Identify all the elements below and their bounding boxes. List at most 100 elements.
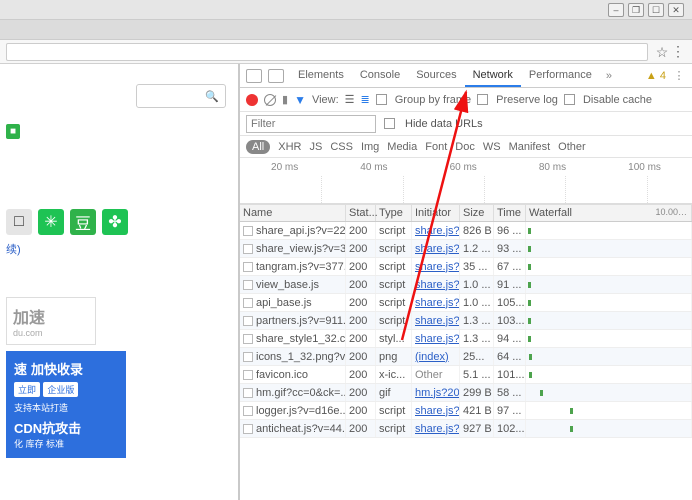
disable-cache-checkbox[interactable] xyxy=(564,94,575,105)
request-initiator[interactable]: Other xyxy=(412,366,460,383)
chrome-menu-icon[interactable]: ⋮ xyxy=(670,43,686,60)
tab-console[interactable]: Console xyxy=(352,65,408,87)
file-icon xyxy=(243,316,253,326)
table-row[interactable]: anticheat.js?v=44...200scriptshare.js?..… xyxy=(240,420,692,438)
request-initiator[interactable]: share.js?... xyxy=(412,222,460,239)
request-type: script xyxy=(376,294,412,311)
table-header[interactable]: Name Stat... Type Initiator Size Time Wa… xyxy=(240,204,692,222)
table-row[interactable]: icons_1_32.png?v...200png(index)25...64 … xyxy=(240,348,692,366)
group-by-frame-checkbox[interactable] xyxy=(376,94,387,105)
address-bar[interactable] xyxy=(6,43,648,61)
request-initiator[interactable]: share.js?... xyxy=(412,294,460,311)
table-row[interactable]: share_api.js?v=22...200scriptshare.js?..… xyxy=(240,222,692,240)
table-row[interactable]: share_view.js?v=3...200scriptshare.js?..… xyxy=(240,240,692,258)
col-initiator[interactable]: Initiator xyxy=(412,205,460,221)
type-filter-media[interactable]: Media xyxy=(387,141,417,153)
type-filter-css[interactable]: CSS xyxy=(330,141,353,153)
network-table: Name Stat... Type Initiator Size Time Wa… xyxy=(240,204,692,500)
request-initiator[interactable]: share.js?... xyxy=(412,312,460,329)
timeline-tick: 20 ms xyxy=(271,162,298,173)
minimize-button[interactable]: – xyxy=(608,3,624,17)
table-row[interactable]: share_style1_32.css200styl...share.js?..… xyxy=(240,330,692,348)
request-type: script xyxy=(376,312,412,329)
type-filter-doc[interactable]: Doc xyxy=(455,141,475,153)
cdn-ad[interactable]: 速 加快收录 立即 企业版 支持本站打造 CDN抗攻击 化 库存 标准 xyxy=(6,351,126,458)
request-time: 91 ... xyxy=(494,276,526,293)
share-square-icon[interactable]: □ xyxy=(6,209,32,235)
type-filter-js[interactable]: JS xyxy=(309,141,322,153)
page-search-input[interactable]: 🔍 xyxy=(136,84,226,108)
bookmark-star-icon[interactable]: ☆ xyxy=(654,44,670,60)
request-status: 200 xyxy=(346,330,376,347)
table-row[interactable]: favicon.ico200x-ic...Other5.1 ...101... xyxy=(240,366,692,384)
request-time: 103... xyxy=(494,312,526,329)
timeline-overview[interactable]: 20 ms40 ms60 ms80 ms100 ms xyxy=(240,158,692,204)
tab-sources[interactable]: Sources xyxy=(408,65,464,87)
filter-toggle-icon[interactable]: ▼ xyxy=(294,93,306,107)
request-initiator[interactable]: share.js?... xyxy=(412,258,460,275)
request-initiator[interactable]: share.js?... xyxy=(412,420,460,437)
tab-performance[interactable]: Performance xyxy=(521,65,600,87)
col-waterfall[interactable]: Waterfall 10.00… xyxy=(526,205,692,221)
table-row[interactable]: view_base.js200scriptshare.js?...1.0 ...… xyxy=(240,276,692,294)
timeline-tick: 100 ms xyxy=(628,162,661,173)
request-initiator[interactable]: (index) xyxy=(412,348,460,365)
waterfall-zoom: 10.00… xyxy=(655,207,687,217)
type-filter-other[interactable]: Other xyxy=(558,141,586,153)
restore-button[interactable]: ❐ xyxy=(628,3,644,17)
request-initiator[interactable]: share.js?... xyxy=(412,402,460,419)
wechat-icon[interactable]: ✳ xyxy=(38,209,64,235)
type-filter-font[interactable]: Font xyxy=(425,141,447,153)
request-name: view_base.js xyxy=(256,279,319,291)
request-initiator[interactable]: share.js?... xyxy=(412,330,460,347)
hide-data-urls-checkbox[interactable] xyxy=(384,118,395,129)
request-status: 200 xyxy=(346,312,376,329)
maximize-button[interactable]: ☐ xyxy=(648,3,664,17)
type-filter-manifest[interactable]: Manifest xyxy=(509,141,551,153)
type-filter-ws[interactable]: WS xyxy=(483,141,501,153)
file-icon xyxy=(243,352,253,362)
share-icon-row: □ ✳ 豆 ✤ xyxy=(6,209,232,235)
request-time: 105... xyxy=(494,294,526,311)
type-filter-all[interactable]: All xyxy=(246,140,270,154)
close-window-button[interactable]: ✕ xyxy=(668,3,684,17)
request-initiator[interactable]: share.js?... xyxy=(412,240,460,257)
col-time[interactable]: Time xyxy=(494,205,526,221)
file-icon xyxy=(243,280,253,290)
table-row[interactable]: logger.js?v=d16e...200scriptshare.js?...… xyxy=(240,402,692,420)
waterfall-cell xyxy=(526,384,692,401)
browser-tabstrip[interactable] xyxy=(0,20,692,40)
table-row[interactable]: hm.gif?cc=0&ck=...200gifhm.js?20...299 B… xyxy=(240,384,692,402)
tab-elements[interactable]: Elements xyxy=(290,65,352,87)
device-toolbar-icon[interactable] xyxy=(268,69,284,83)
filter-input[interactable] xyxy=(246,115,376,133)
col-size[interactable]: Size xyxy=(460,205,494,221)
request-initiator[interactable]: hm.js?20... xyxy=(412,384,460,401)
table-row[interactable]: api_base.js200scriptshare.js?...1.0 ...1… xyxy=(240,294,692,312)
douban-icon[interactable]: 豆 xyxy=(70,209,96,235)
request-initiator[interactable]: share.js?... xyxy=(412,276,460,293)
col-status[interactable]: Stat... xyxy=(346,205,376,221)
clear-button[interactable] xyxy=(264,94,276,106)
request-status: 200 xyxy=(346,384,376,401)
element-picker-icon[interactable] xyxy=(246,69,262,83)
record-button[interactable] xyxy=(246,94,258,106)
view-large-icon[interactable]: ≣ xyxy=(361,93,370,106)
preserve-log-checkbox[interactable] xyxy=(477,94,488,105)
devtools-menu-icon[interactable]: ⋮ xyxy=(672,69,686,82)
type-filter-img[interactable]: Img xyxy=(361,141,379,153)
tab-network[interactable]: Network xyxy=(465,65,521,87)
clover-icon[interactable]: ✤ xyxy=(102,209,128,235)
table-row[interactable]: tangram.js?v=377...200scriptshare.js?...… xyxy=(240,258,692,276)
window-titlebar: – ❐ ☐ ✕ xyxy=(0,0,692,20)
request-type: script xyxy=(376,240,412,257)
col-type[interactable]: Type xyxy=(376,205,412,221)
continue-link[interactable]: 续) xyxy=(6,241,232,257)
view-list-icon[interactable]: ☰ xyxy=(345,93,355,106)
warnings-badge[interactable]: ▲ 4 xyxy=(646,70,670,82)
type-filter-xhr[interactable]: XHR xyxy=(278,141,301,153)
tabs-overflow-icon[interactable]: » xyxy=(602,68,616,84)
col-name[interactable]: Name xyxy=(240,205,346,221)
table-row[interactable]: partners.js?v=911...200scriptshare.js?..… xyxy=(240,312,692,330)
green-chip[interactable]: ■ xyxy=(6,124,20,139)
